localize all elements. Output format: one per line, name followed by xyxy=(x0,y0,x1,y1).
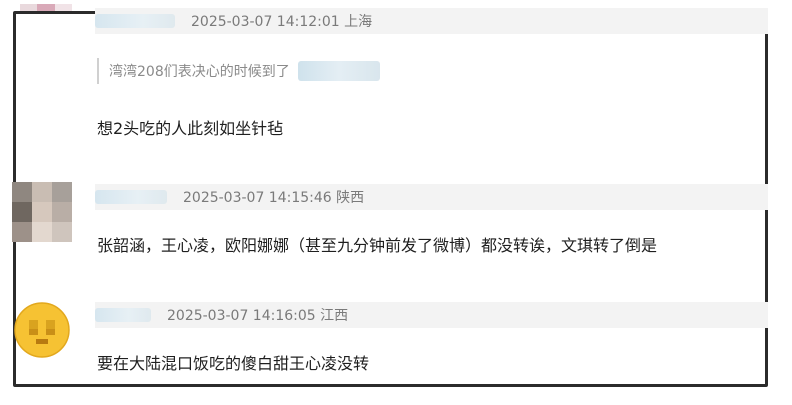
emoji-face-icon xyxy=(14,302,70,358)
blurred-mention xyxy=(297,61,380,81)
comment-meta: 2025-03-07 14:12:01 上海 xyxy=(95,8,768,34)
avatar[interactable] xyxy=(14,302,70,358)
comment-text: 想2头吃的人此刻如坐针毡 xyxy=(97,119,284,138)
blurred-username[interactable] xyxy=(95,308,151,322)
quoted-reply[interactable]: 湾湾208们表决心的时候到了 xyxy=(97,58,380,84)
avatar[interactable] xyxy=(12,182,72,242)
comment-timestamp-location: 2025-03-07 14:15:46 陕西 xyxy=(183,190,365,206)
comment-timestamp-location: 2025-03-07 14:16:05 江西 xyxy=(167,308,349,324)
comment-timestamp-location: 2025-03-07 14:12:01 上海 xyxy=(191,14,373,30)
quote-text: 湾湾208们表决心的时候到了 xyxy=(109,64,290,80)
comment-meta: 2025-03-07 14:16:05 江西 xyxy=(95,302,768,328)
comment-meta: 2025-03-07 14:15:46 陕西 xyxy=(95,184,768,210)
comment-text: 张韶涵，王心凌，欧阳娜娜（甚至九分钟前发了微博）都没转诶，文琪转了倒是 xyxy=(97,236,658,255)
pixelated-avatar-icon xyxy=(12,182,72,242)
comment-text: 要在大陆混口饭吃的傻白甜王心凌没转 xyxy=(97,354,370,373)
blurred-username[interactable] xyxy=(95,190,167,204)
blurred-username[interactable] xyxy=(95,14,175,28)
